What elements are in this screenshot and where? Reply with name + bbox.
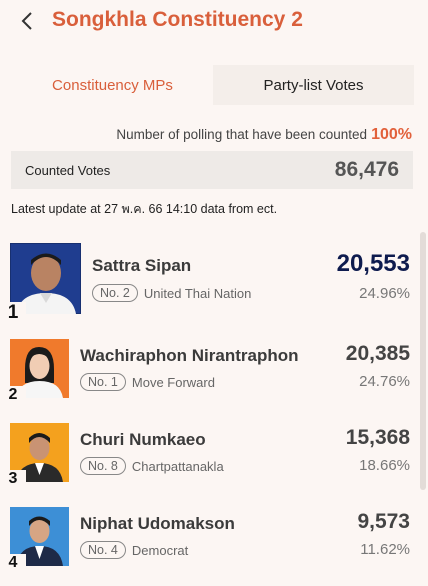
candidate-meta: No. 8 Chartpattanakla	[80, 457, 224, 475]
tab-bar: Constituency MPs Party-list Votes	[12, 65, 414, 105]
candidate-row[interactable]: 2 Wachiraphon Nirantraphon No. 1 Move Fo…	[0, 332, 420, 416]
chevron-left-icon	[21, 12, 32, 30]
last-update-text: Latest update at 27 พ.ค. 66 14:10 data f…	[11, 202, 278, 216]
party-name: United Thai Nation	[143, 285, 252, 301]
candidate-number-badge: No. 8	[80, 457, 126, 475]
header-bar: Songkhla Constituency 2	[0, 0, 428, 44]
candidate-name: Sattra Sipan	[92, 256, 192, 275]
polling-percent: 100%	[371, 126, 412, 143]
candidate-meta: No. 4 Democrat	[80, 541, 188, 559]
vote-count: 20,553	[336, 250, 410, 277]
candidate-name: Churi Numkaeo	[80, 430, 206, 449]
counted-votes-box: Counted Votes 86,476	[11, 151, 413, 189]
rank-number: 3	[0, 470, 26, 492]
party-name: Chartpattanakla	[131, 458, 224, 474]
candidate-row[interactable]: 3 Churi Numkaeo No. 8 Chartpattanakla 15…	[0, 416, 420, 500]
tab-constituency-mps[interactable]: Constituency MPs	[12, 65, 213, 105]
vote-count: 20,385	[345, 342, 410, 365]
rank-number: 1	[0, 302, 26, 324]
candidate-name: Wachiraphon Nirantraphon	[80, 346, 299, 365]
vote-count: 9,573	[357, 510, 410, 533]
tab-party-list-votes[interactable]: Party-list Votes	[213, 65, 414, 105]
candidate-number-badge: No. 4	[80, 541, 126, 559]
vote-percent: 11.62%	[360, 541, 410, 558]
vote-percent: 24.96%	[359, 285, 410, 302]
vote-percent: 24.76%	[359, 373, 410, 390]
back-button[interactable]	[14, 7, 42, 35]
page-title: Songkhla Constituency 2	[52, 8, 303, 31]
candidate-meta: No. 2 United Thai Nation	[92, 284, 251, 302]
scrollbar[interactable]	[420, 232, 426, 490]
candidate-row[interactable]: 4 Niphat Udomakson No. 4 Democrat 9,573 …	[0, 500, 420, 584]
vote-count: 15,368	[345, 426, 410, 449]
party-name: Move Forward	[131, 374, 215, 390]
counted-votes-label: Counted Votes	[25, 162, 111, 178]
rank-number: 4	[0, 554, 26, 576]
candidate-meta: No. 1 Move Forward	[80, 373, 215, 391]
party-name: Democrat	[131, 542, 189, 558]
candidate-name: Niphat Udomakson	[80, 514, 235, 533]
candidate-number-badge: No. 2	[92, 284, 138, 302]
rank-number: 2	[0, 386, 26, 408]
vote-percent: 18.66%	[359, 457, 410, 474]
candidate-row[interactable]: 1 Sattra Sipan No. 2 United Thai Nation …	[0, 236, 420, 324]
candidate-number-badge: No. 1	[80, 373, 126, 391]
polling-label: Number of polling that have been counted	[116, 127, 368, 142]
counted-votes-value: 86,476	[334, 158, 399, 181]
polling-status: Number of polling that have been counted…	[116, 126, 412, 144]
